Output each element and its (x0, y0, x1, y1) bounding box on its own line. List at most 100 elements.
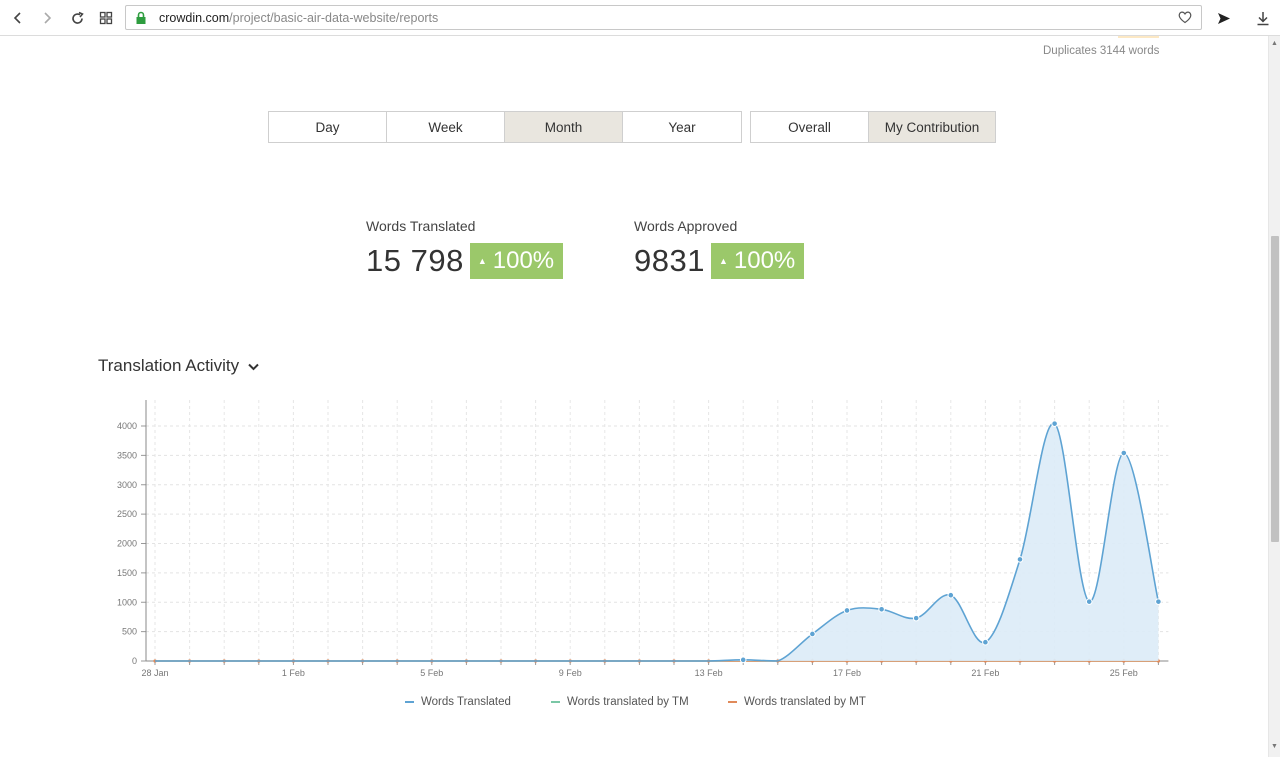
data-point (464, 659, 468, 663)
arrow-up-icon: ▲ (718, 256, 728, 266)
tab-my-contribution[interactable]: My Contribution (869, 112, 995, 142)
tab-overall[interactable]: Overall (751, 112, 869, 142)
data-point (1016, 556, 1024, 563)
download-icon[interactable] (1252, 7, 1274, 29)
chart-legend: Words Translated Words translated by TM … (0, 696, 1280, 712)
data-point (361, 659, 365, 663)
duplicates-count: Duplicates 3144 words (1043, 45, 1160, 57)
stat-words-translated: Words Translated 15 798 ▲ 100% (366, 218, 564, 279)
arrow-up-icon: ▲ (477, 256, 487, 266)
x-tick-label: 5 Feb (420, 668, 443, 678)
data-point (809, 630, 816, 638)
scroll-thumb[interactable] (1271, 236, 1279, 542)
scope-tabs: Overall My Contribution (750, 111, 996, 143)
series-words-translated-line (155, 422, 1160, 662)
x-tick-label: 28 Jan (141, 668, 168, 678)
data-point (912, 614, 920, 622)
y-tick-label: 1500 (117, 568, 137, 578)
stat-label: Words Approved (634, 218, 738, 234)
data-point (603, 659, 607, 663)
data-point (947, 591, 955, 599)
reload-icon[interactable] (66, 7, 88, 29)
data-point (568, 659, 572, 663)
data-point (637, 659, 642, 663)
duplicates-bar (1118, 36, 1159, 38)
tab-year[interactable]: Year (623, 112, 741, 142)
y-tick-label: 1000 (117, 597, 137, 607)
x-tick-label: 21 Feb (971, 668, 999, 678)
legend-swatch (405, 701, 414, 703)
y-tick-label: 3500 (117, 450, 137, 460)
stat-value: 15 798 (366, 243, 464, 278)
scroll-down-icon[interactable]: ▼ (1271, 743, 1278, 750)
forward-icon[interactable] (36, 7, 58, 29)
data-point (776, 659, 780, 663)
data-point (291, 659, 295, 663)
data-point (707, 659, 711, 663)
data-point (845, 659, 849, 663)
stat-words-approved: Words Approved 9831 ▲ 100% (634, 218, 805, 279)
data-point (1156, 659, 1160, 663)
scroll-up-icon[interactable]: ▲ (1271, 40, 1278, 47)
change-badge: ▲ 100% (710, 243, 805, 279)
address-bar[interactable]: crowdin.com/project/basic-air-data-websi… (125, 5, 1202, 30)
legend-words-translated-by-tm[interactable]: Words translated by TM (551, 696, 689, 708)
data-point (880, 659, 884, 663)
data-point (153, 659, 157, 663)
data-point (1122, 659, 1126, 663)
legend-swatch (728, 701, 737, 703)
y-tick-label: 0 (132, 656, 137, 666)
data-point (810, 659, 815, 663)
tab-week[interactable]: Week (387, 112, 505, 142)
data-point (1120, 449, 1128, 457)
data-point (1155, 598, 1162, 605)
data-point (534, 659, 538, 663)
lock-icon (135, 11, 147, 30)
x-tick-label: 1 Feb (282, 668, 305, 678)
legend-swatch (551, 701, 560, 703)
data-point (326, 659, 330, 663)
data-point (395, 659, 399, 663)
data-point (843, 607, 851, 614)
y-tick-label: 500 (122, 627, 137, 637)
y-tick-label: 2000 (117, 539, 137, 549)
flow-icon[interactable] (1213, 7, 1235, 29)
tab-month[interactable]: Month (505, 112, 623, 142)
x-tick-label: 25 Feb (1110, 668, 1138, 678)
data-point (1085, 598, 1093, 605)
data-point (672, 659, 676, 663)
url-text: crowdin.com/project/basic-air-data-websi… (159, 11, 439, 25)
browser-toolbar: crowdin.com/project/basic-air-data-websi… (0, 0, 1280, 36)
translation-activity-dropdown[interactable]: Translation Activity (98, 356, 259, 376)
heart-icon[interactable] (1177, 9, 1193, 30)
legend-words-translated[interactable]: Words Translated (405, 696, 511, 708)
data-point (1051, 420, 1058, 427)
legend-words-translated-by-mt[interactable]: Words translated by MT (728, 696, 866, 708)
data-point (914, 659, 918, 663)
page-scrollbar[interactable]: ▲ ▼ (1268, 36, 1280, 757)
section-title: Translation Activity (98, 356, 240, 375)
data-point (878, 606, 885, 613)
stat-value: 9831 (634, 243, 705, 278)
data-point (499, 659, 503, 663)
speed-dial-icon[interactable] (95, 7, 117, 29)
data-point (188, 659, 192, 663)
data-point (1087, 659, 1091, 663)
data-point (1018, 659, 1022, 663)
data-point (257, 659, 261, 663)
y-tick-label: 4000 (117, 421, 137, 431)
back-icon[interactable] (7, 7, 29, 29)
change-badge: ▲ 100% (469, 243, 564, 279)
x-tick-label: 9 Feb (559, 668, 582, 678)
x-tick-label: 17 Feb (833, 668, 861, 678)
data-point (949, 659, 953, 663)
data-point (983, 659, 988, 663)
chevron-down-icon (248, 356, 259, 376)
data-point (739, 656, 747, 664)
stat-label: Words Translated (366, 218, 476, 234)
tab-day[interactable]: Day (269, 112, 387, 142)
series-area-words-translated (155, 423, 1159, 661)
x-tick-label: 13 Feb (695, 668, 723, 678)
y-tick-label: 3000 (117, 480, 137, 490)
data-point (741, 659, 745, 663)
